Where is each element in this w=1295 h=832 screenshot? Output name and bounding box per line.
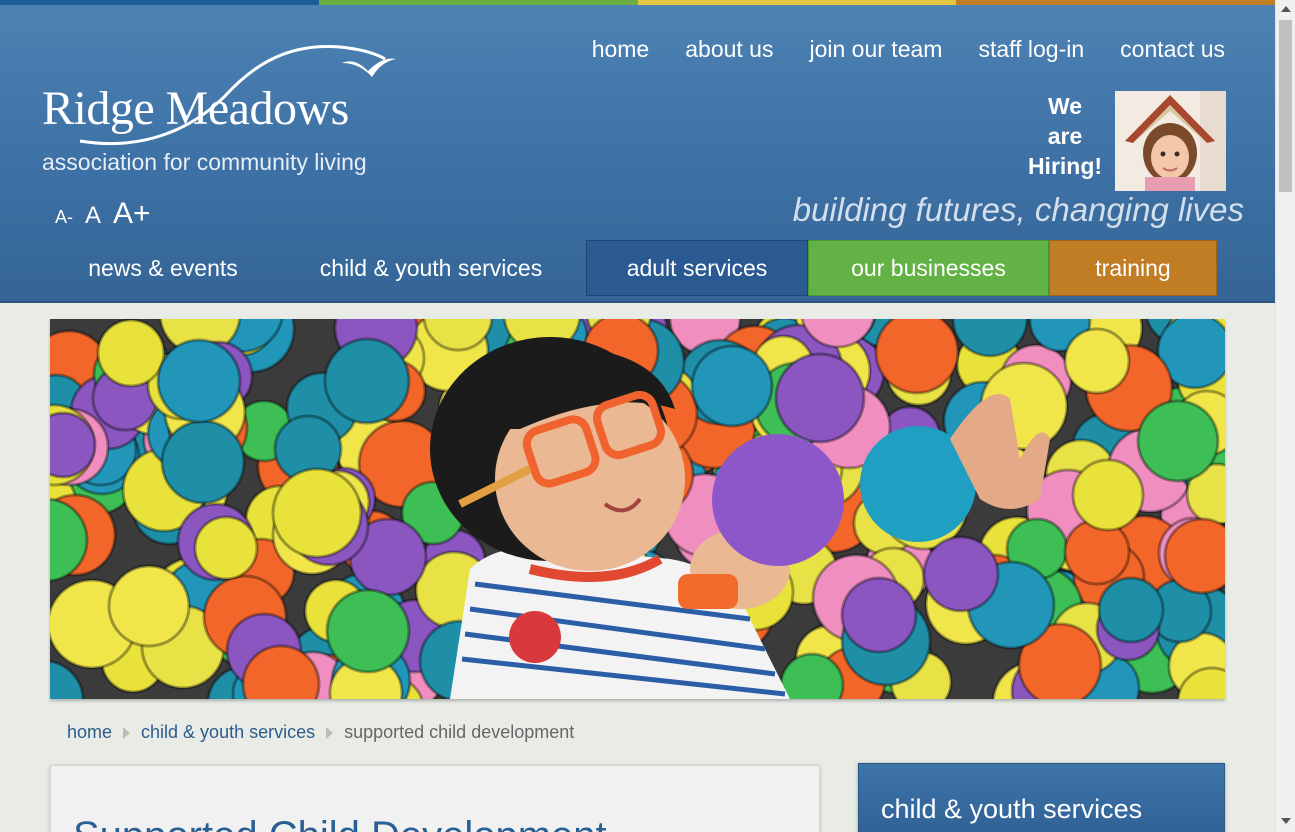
child-in-ball-pit-photo [50,319,1225,699]
vertical-scrollbar[interactable] [1275,0,1295,832]
scrollbar-thumb[interactable] [1279,20,1292,192]
font-normal-button[interactable]: A [85,202,101,230]
nav-news-events[interactable]: news & events [50,240,276,296]
hiring-line-2: are [1047,123,1083,149]
breadcrumb: home child & youth services supported ch… [67,722,574,743]
tagline: building futures, changing lives [792,191,1244,228]
girl-under-book-photo [1115,91,1226,191]
hiring-text: We are Hiring! [1022,91,1108,181]
font-size-controls: A- A A+ [55,197,151,231]
nav-contact-us[interactable]: contact us [1120,36,1225,63]
breadcrumb-child-youth-services[interactable]: child & youth services [141,722,315,743]
site-logo[interactable]: Ridge Meadows association for community … [40,41,410,181]
nav-our-businesses[interactable]: our businesses [808,240,1049,296]
nav-home[interactable]: home [592,36,650,63]
font-decrease-button[interactable]: A- [55,207,73,228]
hiring-line-3: Hiring! [1027,153,1103,179]
logo-name: Ridge Meadows [42,82,349,135]
scroll-up-arrow-icon[interactable] [1281,6,1291,12]
main-content-card: Supported Child Development [50,765,820,832]
nav-staff-login[interactable]: staff log-in [978,36,1084,63]
breadcrumb-home[interactable]: home [67,722,112,743]
nav-child-youth-services[interactable]: child & youth services [276,240,586,296]
chevron-right-icon [123,726,131,739]
nav-adult-services[interactable]: adult services [586,240,808,296]
sidebar-title: child & youth services [881,794,1143,824]
top-navigation: home about us join our team staff log-in… [592,36,1225,63]
nav-join-our-team[interactable]: join our team [809,36,942,63]
hiring-line-1: We [1047,93,1083,119]
hiring-banner[interactable]: We are Hiring! [1022,91,1226,191]
chevron-right-icon [326,726,334,739]
scroll-down-arrow-icon[interactable] [1281,818,1291,824]
nav-about-us[interactable]: about us [685,36,773,63]
breadcrumb-current: supported child development [344,722,575,742]
sidebar-panel: child & youth services [858,763,1225,832]
logo-subtitle: association for community living [42,149,367,175]
nav-training[interactable]: training [1049,240,1217,296]
page-title: Supported Child Development [73,814,607,832]
font-increase-button[interactable]: A+ [113,197,151,231]
main-navigation: news & events child & youth services adu… [50,240,1217,296]
site-header: Ridge Meadows association for community … [0,5,1275,303]
